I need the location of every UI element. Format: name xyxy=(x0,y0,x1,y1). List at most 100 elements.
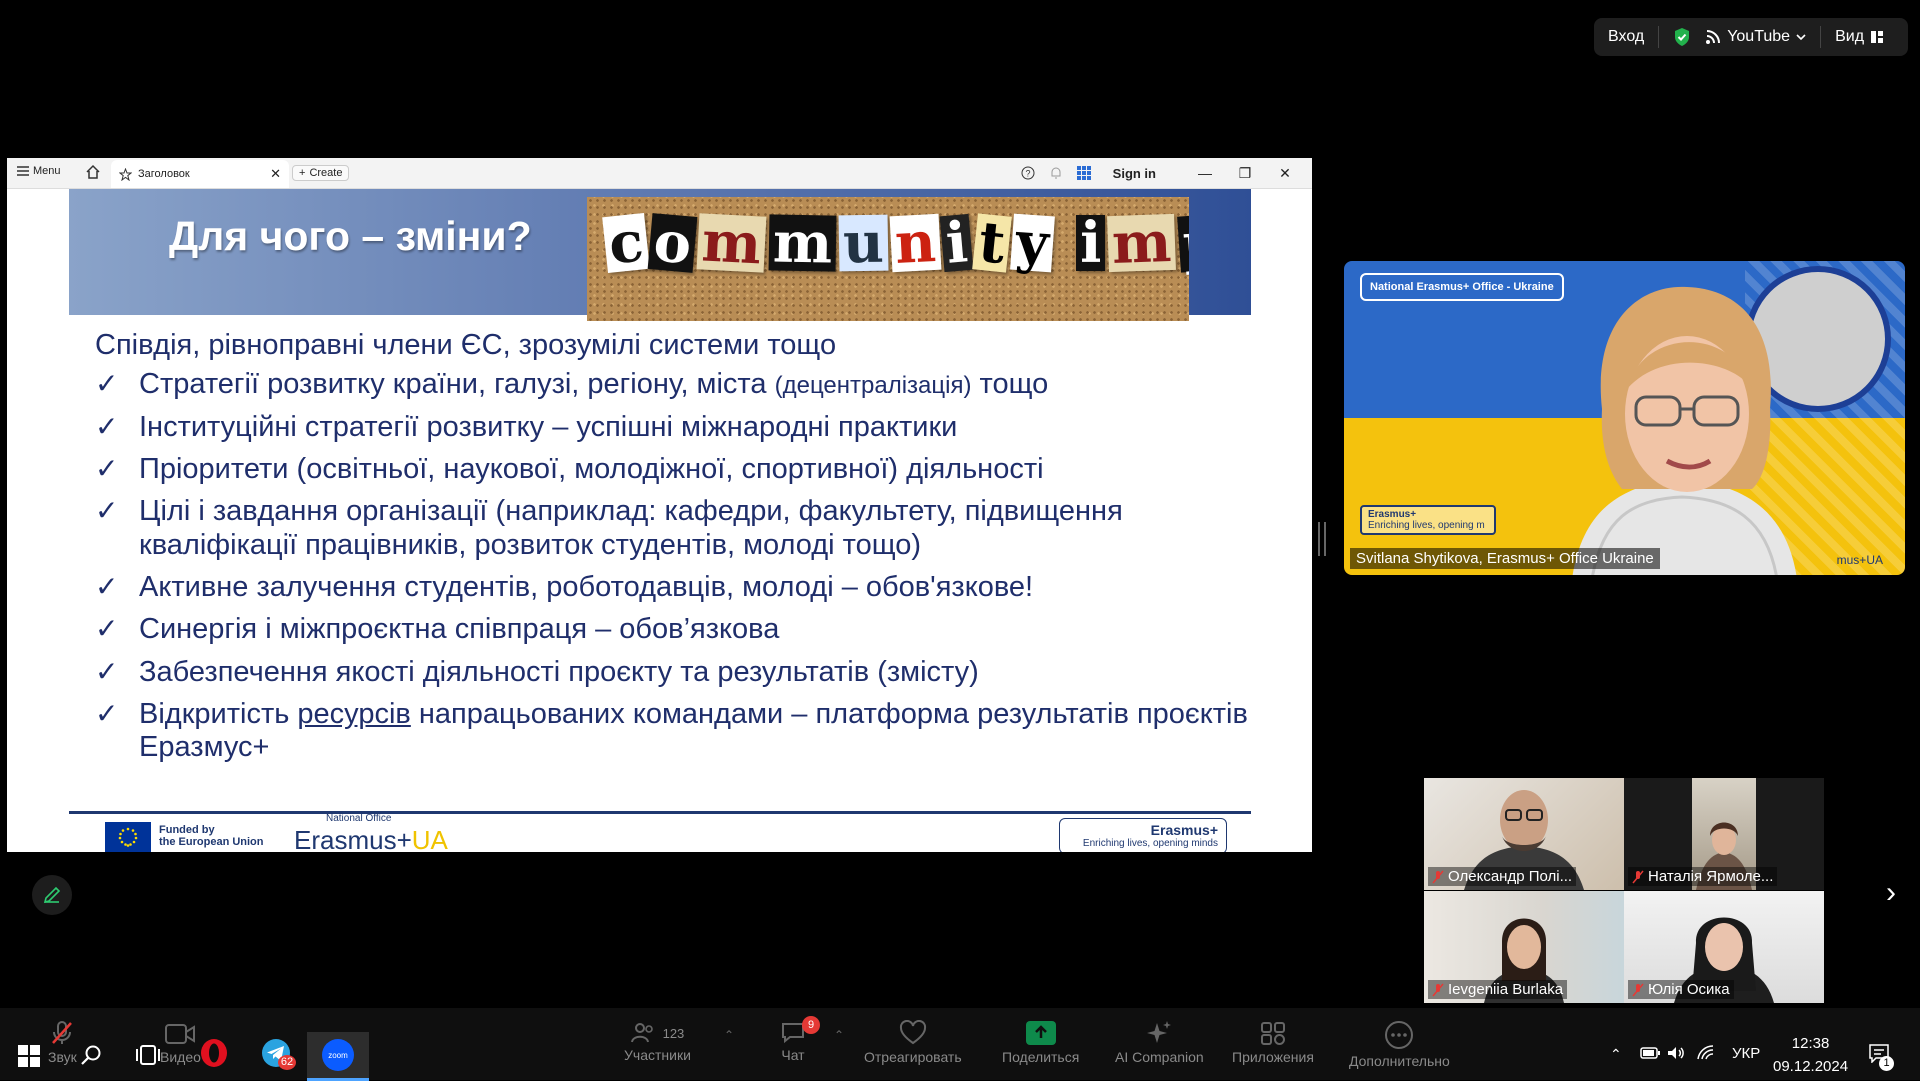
apps-button[interactable]: Приложения xyxy=(1232,1020,1314,1065)
erasmus-ua-logo: National Office Erasmus+UA xyxy=(294,813,448,852)
video-label: Видео xyxy=(160,1049,201,1065)
star-icon xyxy=(119,167,132,181)
community-impact-image: communityimpact xyxy=(587,197,1189,321)
participant-tile[interactable]: Юлія Осика xyxy=(1624,891,1824,1003)
cutout-letter: m xyxy=(1107,209,1177,277)
home-icon[interactable] xyxy=(85,164,101,183)
view-button[interactable]: Вид xyxy=(1835,28,1884,46)
react-button[interactable]: Отреагировать xyxy=(864,1020,962,1065)
bullet-text: Пріоритети (освітньої, наукової, молодіж… xyxy=(139,453,1255,486)
language-indicator[interactable]: УКР xyxy=(1732,1045,1760,1062)
cutout-letter: m xyxy=(697,208,768,278)
checkmark-icon: ✓ xyxy=(95,571,119,603)
create-label: Create xyxy=(309,167,343,179)
chat-chevron-icon[interactable]: ⌃ xyxy=(834,1028,844,1042)
chevron-down-icon xyxy=(1796,34,1806,41)
participant-tile[interactable]: Наталія Ярмоле... xyxy=(1624,778,1824,890)
plus-icon: + xyxy=(299,167,306,179)
help-icon[interactable]: ? xyxy=(1021,166,1035,180)
more-button[interactable]: Дополнительно xyxy=(1349,1020,1450,1069)
panel-splitter[interactable] xyxy=(1318,522,1326,556)
menu-button[interactable]: Menu xyxy=(17,165,61,177)
bullet-item: ✓ Пріоритети (освітньої, наукової, молоді… xyxy=(95,453,1255,486)
bullet-text: Забезпечення якості діяльності проєкту т… xyxy=(139,656,1255,689)
tray-expand-icon[interactable]: ⌃ xyxy=(1610,1046,1622,1063)
bullet-item: ✓ Забезпечення якості діяльності проєкту … xyxy=(95,656,1255,689)
annotate-button[interactable] xyxy=(32,875,72,915)
bullet-link-text[interactable]: ресурсів xyxy=(297,698,410,730)
erasmus-box-logo: Erasmus+ Enriching lives, opening minds xyxy=(1059,818,1227,852)
bullet-item: ✓ Активне залучення студентів, роботодавц… xyxy=(95,571,1255,604)
checkmark-icon: ✓ xyxy=(95,495,119,527)
speaker-video[interactable]: National Erasmus+ Office - Ukraine Erasm… xyxy=(1344,261,1905,575)
cutout-letter: p xyxy=(1176,209,1189,277)
pencil-icon xyxy=(43,886,61,904)
share-screen-button[interactable]: Поделиться xyxy=(1002,1020,1079,1065)
ai-companion-label: AI Companion xyxy=(1115,1049,1204,1065)
volume-icon[interactable] xyxy=(1666,1045,1686,1066)
zoom-taskbar-button[interactable]: zoom xyxy=(307,1032,369,1081)
cutout-letter: n xyxy=(889,209,941,277)
eu-funding-text: Funded by the European Union xyxy=(159,824,264,848)
close-tab-icon[interactable]: ✕ xyxy=(270,166,281,182)
participants-button[interactable]: 123 Участники xyxy=(624,1022,691,1063)
browser-tab[interactable]: Заголовок ✕ xyxy=(111,160,289,188)
cutout-letter: c xyxy=(602,208,650,278)
opera-icon[interactable] xyxy=(198,1037,230,1074)
bullet-text-small: (децентралізація) xyxy=(774,372,972,400)
minimize-icon[interactable]: — xyxy=(1192,165,1218,181)
cutout-letter: t xyxy=(971,209,1012,277)
menu-label: Menu xyxy=(33,165,61,177)
participant-tile[interactable]: Олександр Полі... xyxy=(1424,778,1624,890)
participant-tile[interactable]: Ievgeniia Burlaka xyxy=(1424,891,1624,1003)
participant-name-text: Наталія Ярмоле... xyxy=(1648,868,1774,885)
ai-companion-button[interactable]: AI Companion xyxy=(1115,1020,1204,1065)
chat-button[interactable]: Чат 9 xyxy=(780,1016,820,1063)
zoom-icon: zoom xyxy=(322,1039,354,1071)
eu-line-2: the European Union xyxy=(159,836,264,849)
clock[interactable]: 12:38 09.12.2024 xyxy=(1773,1033,1848,1078)
restore-icon[interactable]: ❐ xyxy=(1232,165,1258,182)
bullet-text-main: Інституційні стратегії розвитку – успішн… xyxy=(139,410,958,443)
checkmark-icon: ✓ xyxy=(95,410,119,442)
erasmus-tag-title: Erasmus+ xyxy=(1368,509,1417,520)
mute-button[interactable]: Звук xyxy=(48,1020,77,1065)
eu-line-1: Funded by xyxy=(159,824,215,836)
login-button[interactable]: Вход xyxy=(1608,28,1644,46)
telegram-icon[interactable]: 62 xyxy=(260,1037,296,1074)
hamburger-icon xyxy=(17,166,29,176)
wifi-icon[interactable] xyxy=(1697,1045,1717,1066)
search-icon[interactable] xyxy=(80,1044,102,1071)
sign-in-button[interactable]: Sign in xyxy=(1113,166,1156,181)
bullet-item: ✓ Інституційні стратегії розвитку – успіш… xyxy=(95,411,1255,444)
checkmark-icon: ✓ xyxy=(95,655,119,687)
bullet-text-main: Синергія і міжпроєктна співпраця – обов’… xyxy=(139,613,780,646)
bell-icon[interactable] xyxy=(1049,166,1063,180)
task-view-icon[interactable] xyxy=(136,1044,160,1071)
video-button[interactable]: Видео xyxy=(160,1022,201,1065)
close-icon[interactable]: ✕ xyxy=(1272,165,1298,182)
participants-chevron-icon[interactable]: ⌃ xyxy=(724,1028,734,1042)
security-icon[interactable] xyxy=(1673,27,1691,47)
slide-body: Співдія, рівноправні члени ЄС, зрозумілі… xyxy=(95,329,1255,774)
speaker-figure xyxy=(1572,286,1797,575)
battery-icon[interactable] xyxy=(1640,1046,1660,1065)
erasmus-tag-sub: Enriching lives, opening m xyxy=(1368,520,1485,531)
notifications-icon[interactable]: 1 xyxy=(1868,1043,1894,1071)
broadcast-icon xyxy=(1706,30,1721,44)
bullet-text-main: Цілі і завдання організації (наприклад: … xyxy=(139,495,1123,561)
cutout-letter: m xyxy=(768,209,837,277)
livestream-dropdown[interactable]: YouTube xyxy=(1705,28,1806,46)
gallery-next-icon[interactable]: › xyxy=(1886,876,1896,910)
react-label: Отреагировать xyxy=(864,1049,962,1065)
bullet-list: ✓ Стратегії розвитку країни, галузі, регі… xyxy=(95,368,1255,764)
slide-title: Для чого – зміни? xyxy=(169,213,532,259)
apps-grid-icon[interactable] xyxy=(1076,166,1091,180)
bullet-text-main: Пріоритети (освітньої, наукової, молодіж… xyxy=(139,453,1044,486)
windows-start-icon[interactable] xyxy=(18,1045,40,1072)
create-button[interactable]: + Create xyxy=(292,165,350,181)
erasmus-box-sub: Enriching lives, opening minds xyxy=(1082,838,1218,849)
share-label: Поделиться xyxy=(1002,1049,1080,1065)
cutout-letter: y xyxy=(1009,209,1055,277)
sparkle-icon xyxy=(1147,1021,1172,1043)
